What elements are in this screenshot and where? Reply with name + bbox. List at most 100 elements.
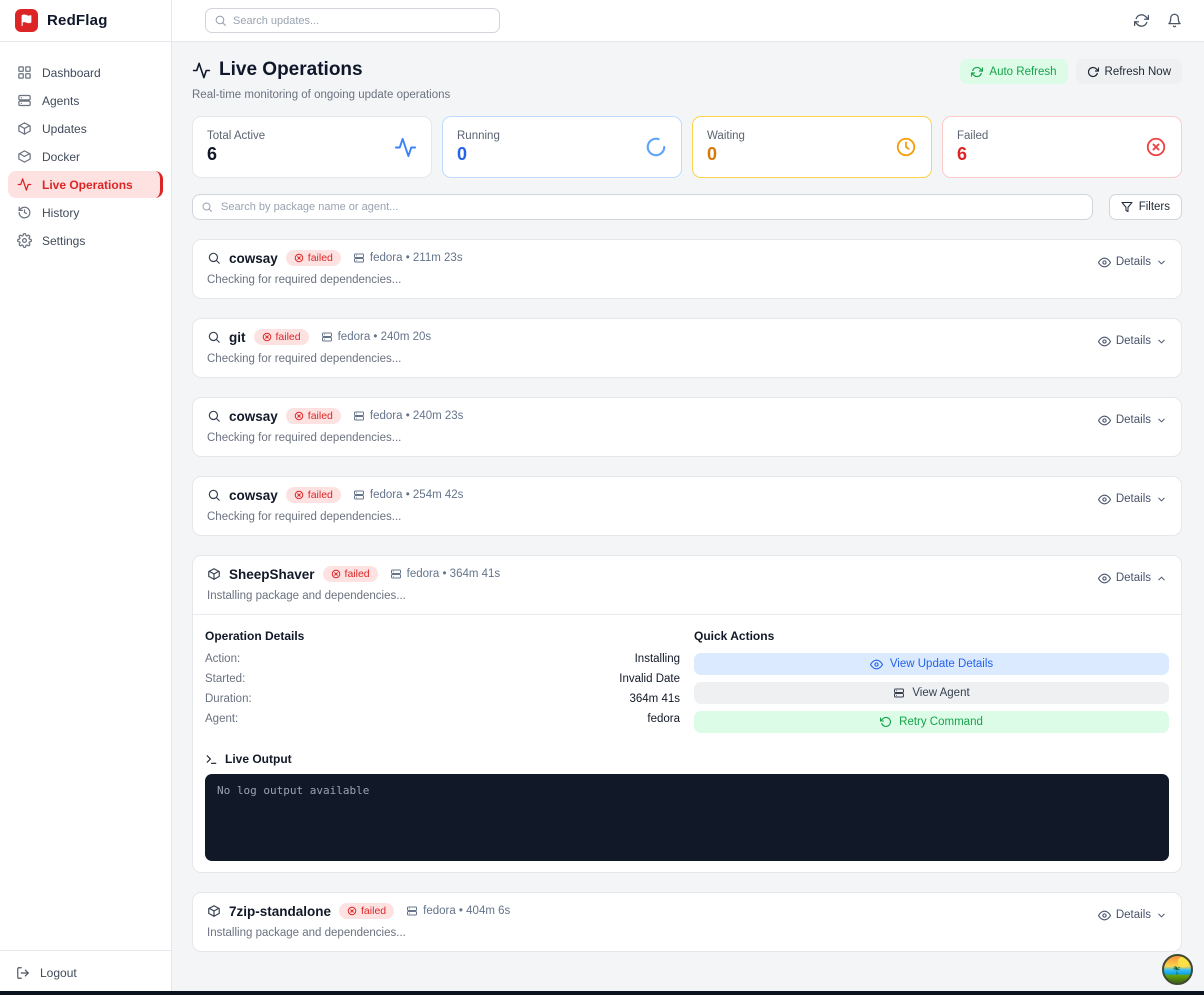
operation-card: 7zip-standalone failed fedora • 404m 6s … (192, 892, 1182, 952)
status-badge: failed (286, 250, 341, 266)
status-badge: failed (286, 487, 341, 503)
chevron-down-icon (1156, 910, 1167, 921)
details-toggle[interactable]: Details (1098, 489, 1167, 509)
logout-button[interactable]: Logout (0, 950, 171, 995)
filters-button[interactable]: Filters (1109, 194, 1182, 220)
field-action: Action: Installing (205, 653, 680, 665)
stat-running: Running 0 (442, 116, 682, 178)
x-circle-icon (1145, 136, 1167, 158)
agent-meta: fedora • 404m 6s (406, 905, 510, 917)
operations-list: cowsay failed fedora • 211m 23s Checking… (192, 239, 1182, 952)
agent-meta: fedora • 240m 23s (353, 410, 464, 422)
island-widget-icon[interactable] (1162, 954, 1193, 985)
quick-actions-title: Quick Actions (694, 629, 1169, 643)
funnel-icon (1121, 201, 1133, 213)
dashboard-icon (17, 65, 32, 80)
operation-details-title: Operation Details (205, 629, 680, 643)
view-agent-button[interactable]: View Agent (694, 682, 1169, 704)
operation-card: cowsay failed fedora • 240m 23s Checking… (192, 397, 1182, 457)
flag-icon (15, 9, 38, 32)
history-icon (17, 205, 32, 220)
details-toggle[interactable]: Details (1098, 905, 1167, 925)
sidebar-item-live-operations[interactable]: Live Operations (8, 171, 163, 198)
operation-card: cowsay failed fedora • 211m 23s Checking… (192, 239, 1182, 299)
details-toggle[interactable]: Details (1098, 568, 1167, 588)
sidebar-nav: Dashboard Agents Updates Docker Live Ope… (0, 42, 171, 950)
bell-icon[interactable] (1167, 13, 1182, 28)
eye-icon (1098, 572, 1111, 585)
agent-meta: fedora • 254m 42s (353, 489, 464, 501)
spinner-icon (645, 136, 667, 158)
clock-icon (895, 136, 917, 158)
stats-row: Total Active 6 Running 0 Waiting 0 (192, 116, 1182, 178)
brand-name: RedFlag (47, 12, 108, 29)
chevron-down-icon (1156, 336, 1167, 347)
package-name: cowsay (229, 488, 278, 503)
global-search-input[interactable] (205, 8, 500, 33)
terminal-icon (205, 753, 218, 766)
sidebar-item-dashboard[interactable]: Dashboard (8, 59, 163, 86)
eye-icon (1098, 909, 1111, 922)
details-toggle[interactable]: Details (1098, 331, 1167, 351)
operation-card: cowsay failed fedora • 254m 42s Checking… (192, 476, 1182, 536)
search-icon (207, 409, 221, 423)
activity-icon (394, 136, 417, 159)
total-active-value: 6 (207, 144, 265, 165)
retry-command-button[interactable]: Retry Command (694, 711, 1169, 733)
sidebar-item-agents[interactable]: Agents (8, 87, 163, 114)
package-name: cowsay (229, 251, 278, 266)
agent-meta: fedora • 240m 20s (321, 331, 432, 343)
refresh-icon (1087, 66, 1099, 78)
search-icon (207, 330, 221, 344)
sidebar-item-label: Settings (42, 234, 85, 248)
gear-icon (17, 233, 32, 248)
live-output-terminal[interactable]: No log output available (205, 774, 1169, 861)
activity-icon (192, 61, 211, 80)
logout-label: Logout (40, 966, 77, 980)
eye-icon (1098, 256, 1111, 269)
chevron-up-icon (1156, 573, 1167, 584)
status-message: Checking for required dependencies... (207, 274, 463, 286)
details-toggle[interactable]: Details (1098, 252, 1167, 272)
search-icon (207, 251, 221, 265)
field-agent: Agent: fedora (205, 713, 680, 725)
main-area: Live Operations Auto Refresh Refresh Now… (172, 0, 1204, 995)
page-title: Live Operations (219, 59, 363, 81)
sidebar-item-history[interactable]: History (8, 199, 163, 226)
package-name: SheepShaver (229, 567, 315, 582)
auto-refresh-button[interactable]: Auto Refresh (960, 59, 1067, 84)
eye-icon (870, 658, 883, 671)
eye-icon (1098, 335, 1111, 348)
view-update-details-button[interactable]: View Update Details (694, 653, 1169, 675)
search-icon (207, 488, 221, 502)
global-search (205, 8, 500, 33)
refresh-now-button[interactable]: Refresh Now (1076, 59, 1182, 84)
sidebar-item-docker[interactable]: Docker (8, 143, 163, 170)
sidebar-item-settings[interactable]: Settings (8, 227, 163, 254)
status-message: Installing package and dependencies... (207, 927, 510, 939)
container-icon (17, 149, 32, 164)
page-subtitle: Real-time monitoring of ongoing update o… (192, 89, 1182, 101)
activity-icon (17, 177, 32, 192)
sidebar-item-label: Updates (42, 122, 87, 136)
search-icon (214, 14, 227, 27)
status-badge: failed (254, 329, 309, 345)
running-value: 0 (457, 144, 500, 165)
filter-row: Filters (192, 194, 1182, 220)
sidebar-item-label: Agents (42, 94, 79, 108)
package-icon (207, 904, 221, 918)
operations-search-input[interactable] (192, 194, 1093, 220)
details-toggle[interactable]: Details (1098, 410, 1167, 430)
agent-meta: fedora • 364m 41s (390, 568, 501, 580)
topbar (172, 0, 1204, 42)
sidebar-item-label: Dashboard (42, 66, 101, 80)
window-bottom-edge (0, 991, 1204, 995)
refresh-icon[interactable] (1134, 13, 1149, 28)
sidebar: RedFlag Dashboard Agents Updates Docker … (0, 0, 172, 995)
operations-search (192, 194, 1093, 220)
status-message: Checking for required dependencies... (207, 432, 463, 444)
sidebar-item-updates[interactable]: Updates (8, 115, 163, 142)
quick-actions-section: Quick Actions View Update Details View A… (694, 629, 1169, 740)
waiting-value: 0 (707, 144, 745, 165)
logout-icon (16, 966, 30, 980)
